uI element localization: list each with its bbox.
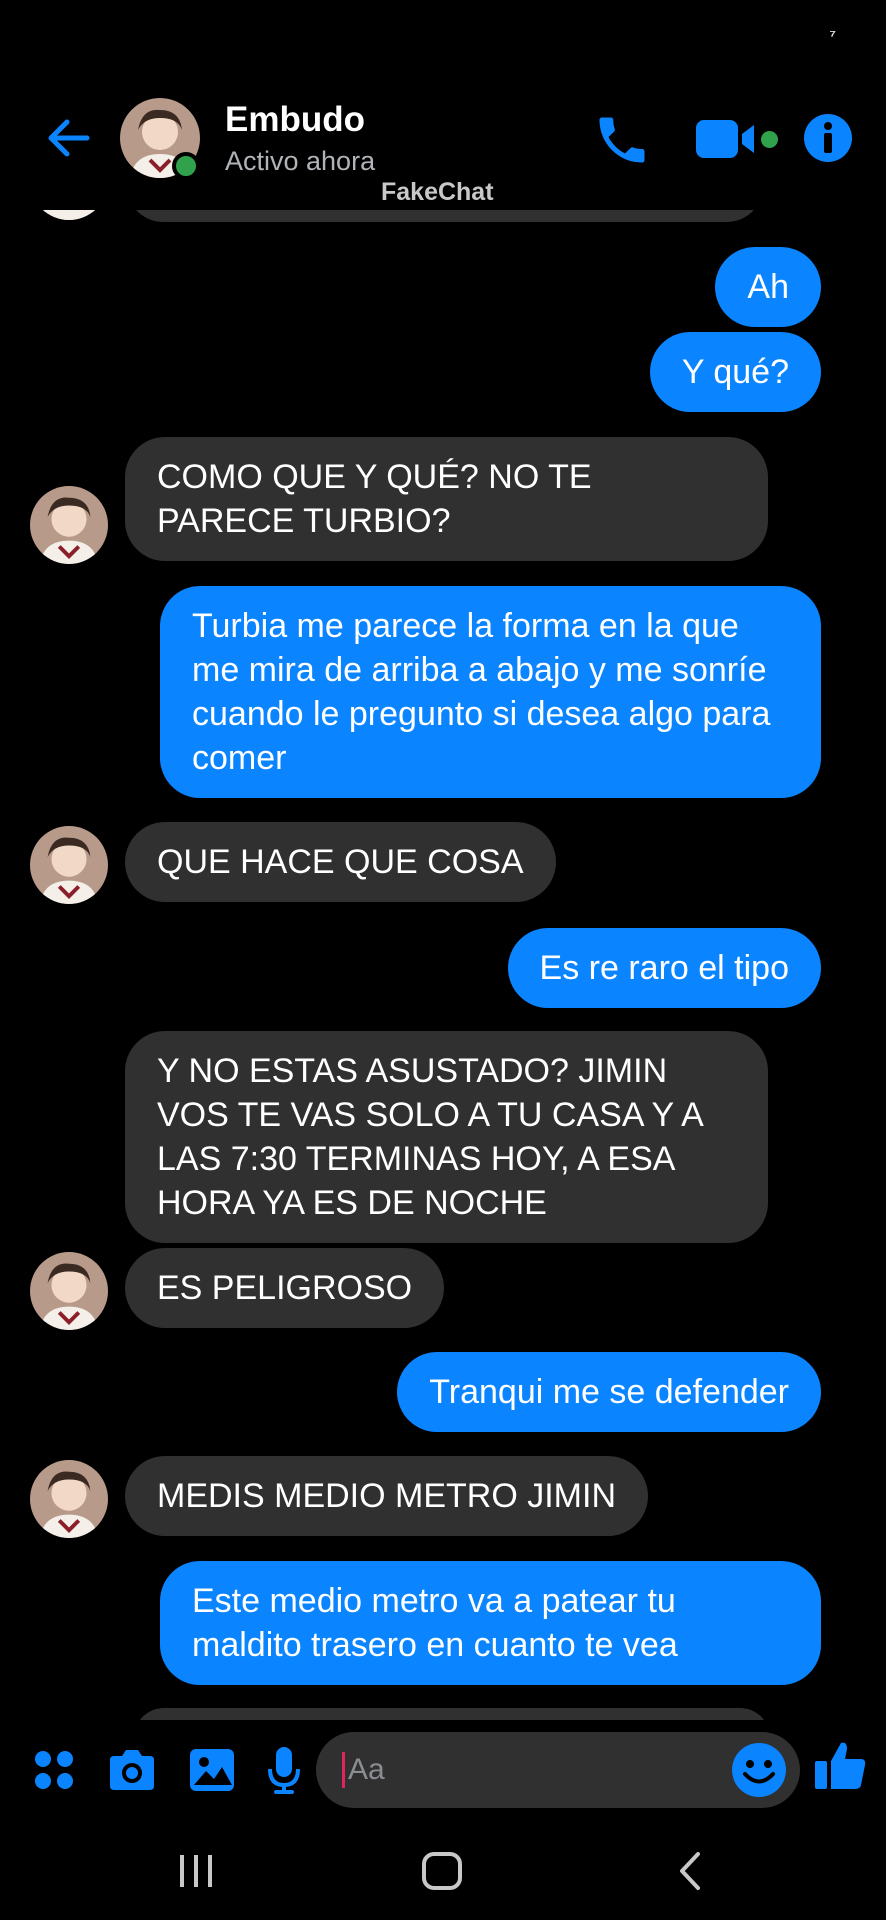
text-caret — [342, 1752, 345, 1788]
home-icon[interactable] — [412, 1848, 472, 1894]
message-outgoing[interactable]: Y qué? — [649, 332, 821, 412]
message-incoming[interactable]: MEDIS MEDIO METRO JIMIN — [125, 1456, 648, 1536]
thumbs-up-icon[interactable] — [812, 1738, 868, 1794]
message-outgoing[interactable]: Tranqui me se defender — [397, 1352, 821, 1432]
back-arrow-icon[interactable] — [40, 110, 96, 166]
message-incoming[interactable]: Y NO ESTAS ASUSTADO? JIMIN VOS TE VAS SO… — [125, 1031, 768, 1243]
contact-status: Activo ahora — [225, 146, 376, 176]
apps-grid-icon[interactable] — [26, 1742, 82, 1798]
microphone-icon[interactable] — [256, 1742, 312, 1798]
message-incoming[interactable]: COMO QUE Y QUÉ? NO TE PARECE TURBIO? — [125, 437, 768, 561]
message-outgoing[interactable]: Ah — [715, 247, 821, 327]
camera-icon[interactable] — [104, 1742, 160, 1798]
gallery-icon[interactable] — [184, 1742, 240, 1798]
contact-avatar-small[interactable] — [30, 826, 108, 904]
phone-icon[interactable] — [592, 110, 652, 170]
message-incoming[interactable]: QUE HACE QUE COSA — [125, 822, 556, 902]
message-composer — [0, 1720, 886, 1820]
system-nav-bar — [0, 1820, 886, 1920]
emoji-icon[interactable] — [730, 1741, 788, 1799]
online-indicator — [172, 152, 200, 180]
back-icon[interactable] — [660, 1848, 720, 1894]
message-bubble-partial — [134, 1708, 770, 1720]
message-input-box[interactable] — [316, 1732, 800, 1808]
video-online-indicator — [761, 131, 778, 148]
message-outgoing[interactable]: Este medio metro va a patear tu maldito … — [160, 1561, 821, 1685]
recent-apps-icon[interactable] — [166, 1848, 226, 1894]
contact-avatar-small[interactable] — [30, 1252, 108, 1330]
watermark: FakeChat — [381, 178, 494, 206]
info-icon[interactable] — [802, 112, 854, 164]
message-input[interactable] — [348, 1748, 728, 1792]
message-outgoing[interactable]: Turbia me parece la forma en la que me m… — [160, 586, 821, 798]
status-bar: ⁷ — [0, 0, 886, 80]
status-indicator: ⁷ — [829, 28, 836, 45]
chat-header: Embudo Activo ahora FakeChat — [0, 80, 886, 210]
contact-avatar-small[interactable] — [30, 1460, 108, 1538]
message-incoming[interactable]: ES PELIGROSO — [125, 1248, 445, 1328]
video-camera-icon[interactable] — [694, 116, 768, 162]
message-outgoing[interactable]: Es re raro el tipo — [507, 928, 821, 1008]
message-thread[interactable]: Ah Y qué? COMO QUE Y QUÉ? NO TE PARECE T… — [0, 200, 886, 1720]
contact-name[interactable]: Embudo — [225, 100, 365, 140]
contact-avatar-small[interactable] — [30, 486, 108, 564]
